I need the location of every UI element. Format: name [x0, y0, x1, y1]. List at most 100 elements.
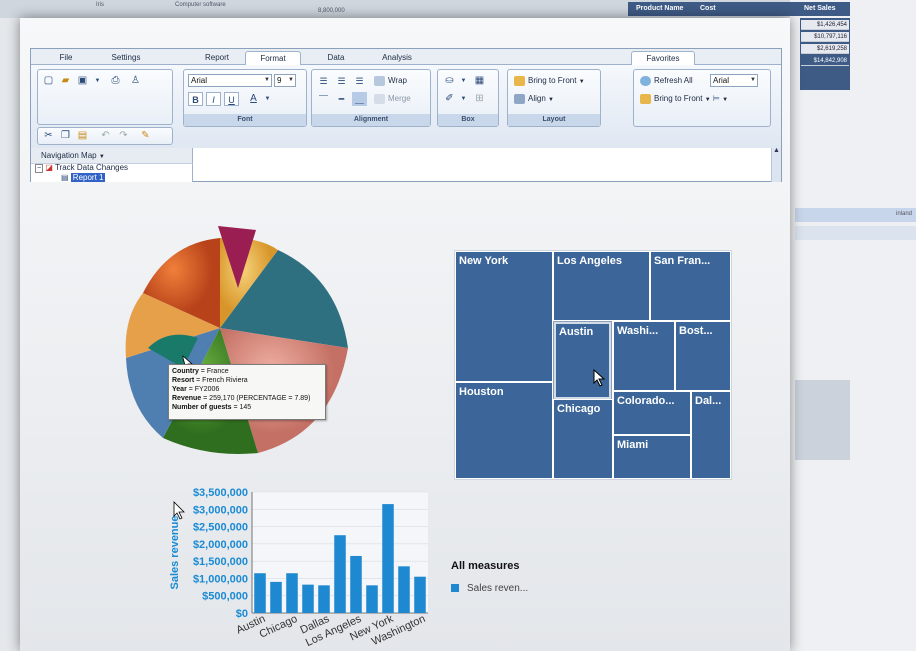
- copy-icon[interactable]: ❐: [58, 129, 73, 143]
- valign-bottom-icon[interactable]: ⎽: [352, 92, 367, 106]
- redo-icon[interactable]: ↷: [116, 129, 131, 143]
- merge-button[interactable]: Merge: [374, 92, 411, 106]
- tab-favorites[interactable]: Favorites: [631, 51, 695, 65]
- bar: [334, 535, 346, 613]
- wrap-button[interactable]: Wrap: [374, 74, 407, 88]
- line-dropdown-icon[interactable]: ▼: [456, 92, 471, 106]
- tree-node-root[interactable]: − ◪ Track Data Changes: [35, 163, 128, 173]
- border-icon[interactable]: ▦: [472, 74, 487, 88]
- favorites-bring-to-front-button[interactable]: Bring to Front ▼ ⊨ ▼: [640, 92, 728, 106]
- align-left-icon[interactable]: ☰: [316, 74, 331, 88]
- ribbon-tabs: File Settings Report Format Data Analysi…: [31, 49, 781, 65]
- refresh-all-button[interactable]: Refresh All: [640, 74, 693, 88]
- align-button[interactable]: Align ▼: [514, 92, 554, 106]
- tooltip-resort: Resort = French Riviera: [172, 377, 248, 384]
- bg-band-label: inland: [895, 211, 912, 217]
- print-icon[interactable]: ⎙: [108, 74, 123, 88]
- bold-button[interactable]: B: [188, 92, 203, 106]
- grid-icon[interactable]: ⊞: [472, 92, 487, 106]
- font-family-select[interactable]: Arial ▼: [188, 74, 272, 87]
- save-icon[interactable]: ▣: [75, 74, 90, 88]
- collapse-icon[interactable]: −: [35, 164, 44, 173]
- refresh-all-label: Refresh All: [654, 76, 693, 85]
- tab-format[interactable]: Format: [245, 51, 301, 65]
- bar: [286, 573, 298, 613]
- font-size-value: 9: [277, 76, 282, 85]
- undo-icon[interactable]: ↶: [98, 129, 113, 143]
- valign-top-icon[interactable]: ⎺: [316, 92, 331, 106]
- y-axis-label: Sales revenue: [169, 516, 181, 590]
- background-window-right: [790, 0, 916, 651]
- italic-button[interactable]: I: [206, 92, 221, 106]
- scroll-up-icon[interactable]: ▲: [773, 147, 780, 154]
- report-window: File Settings Report Format Data Analysi…: [20, 18, 790, 651]
- tab-report[interactable]: Report: [191, 51, 243, 65]
- align-icon: ⊨: [712, 94, 720, 103]
- favorites-font-select[interactable]: Arial ▼: [710, 74, 758, 87]
- treemap-cell[interactable]: Houston: [455, 382, 553, 479]
- align-right-icon[interactable]: ☰: [352, 74, 367, 88]
- fill-color-icon[interactable]: ⛀: [442, 74, 457, 88]
- font-size-select[interactable]: 9 ▼: [274, 74, 296, 87]
- bg-cell: $2,619,258: [801, 44, 849, 54]
- refresh-icon: [640, 75, 651, 86]
- tooltip-country-label: Country: [172, 368, 199, 375]
- tab-analysis[interactable]: Analysis: [367, 51, 427, 65]
- tooltip-revenue-label: Revenue: [172, 395, 202, 402]
- legend-item[interactable]: Sales reven...: [451, 583, 528, 594]
- font-color-dropdown-icon[interactable]: ▼: [260, 92, 275, 106]
- tab-file[interactable]: File: [41, 51, 91, 65]
- navigation-scrollbar[interactable]: ▲: [771, 147, 781, 182]
- treemap-cell[interactable]: Los Angeles: [553, 251, 650, 321]
- treemap-cell[interactable]: New York: [455, 251, 553, 382]
- favorites-font-value: Arial: [713, 76, 730, 85]
- bring-to-front-label: Bring to Front: [528, 76, 577, 85]
- font-group: Arial ▼ 9 ▼ B I U A ▼ Font: [183, 69, 307, 127]
- y-tick-label: $3,500,000: [193, 487, 248, 499]
- cut-icon[interactable]: ✂: [41, 129, 56, 143]
- treemap-cell[interactable]: Washi...: [613, 321, 675, 391]
- tooltip-resort-label: Resort: [172, 377, 195, 384]
- bg-header-cost: Cost: [700, 5, 716, 12]
- treemap-cell[interactable]: San Fran...: [650, 251, 731, 321]
- treemap-cell[interactable]: Miami: [613, 435, 691, 479]
- treemap-cell-selected[interactable]: Austin: [554, 322, 611, 399]
- ribbon-toolbar: File Settings Report Format Data Analysi…: [30, 48, 782, 182]
- tooltip-year-value: FY2006: [194, 386, 220, 393]
- new-document-icon[interactable]: ▢: [41, 74, 56, 88]
- tooltip-revenue: Revenue = 259,170 (PERCENTAGE = 7.89): [172, 395, 311, 402]
- bg-cell: $10,797,116: [801, 32, 849, 42]
- treemap-cell[interactable]: Bost...: [675, 321, 731, 391]
- treemap-cell[interactable]: Colorado...: [613, 391, 691, 435]
- tree-report-label: Report 1: [70, 173, 106, 182]
- y-tick-label: $2,000,000: [193, 539, 248, 551]
- navigation-map-header[interactable]: Navigation Map ▼: [31, 148, 193, 164]
- font-family-value: Arial: [191, 76, 208, 85]
- chevron-down-icon: ▼: [98, 154, 105, 160]
- align-center-icon[interactable]: ☰: [334, 74, 349, 88]
- bg-item-iris: Iris: [96, 2, 104, 8]
- font-color-icon[interactable]: A: [246, 92, 261, 106]
- standard-group: ▢ ▰ ▣ ▼ ⎙ ♙: [37, 69, 173, 125]
- align-icon: [514, 93, 525, 104]
- tree-node-report[interactable]: ▤ Report 1: [61, 173, 106, 182]
- save-dropdown-icon[interactable]: ▼: [90, 74, 105, 88]
- paste-icon[interactable]: ▤: [75, 129, 90, 143]
- fill-dropdown-icon[interactable]: ▼: [456, 74, 471, 88]
- bar: [254, 573, 266, 613]
- treemap-cell[interactable]: Dal...: [691, 391, 731, 479]
- tab-settings[interactable]: Settings: [99, 51, 153, 65]
- valign-middle-icon[interactable]: ━: [334, 92, 349, 106]
- background-grey-block: [795, 380, 850, 460]
- pie-chart[interactable]: [108, 208, 368, 468]
- format-painter-icon[interactable]: ✎: [138, 129, 153, 143]
- bring-to-front-button[interactable]: Bring to Front ▼: [514, 74, 585, 88]
- find-icon[interactable]: ♙: [128, 74, 143, 88]
- treemap-cell[interactable]: Chicago: [553, 399, 613, 479]
- tab-data[interactable]: Data: [311, 51, 361, 65]
- underline-button[interactable]: U: [224, 92, 239, 106]
- layout-group: Bring to Front ▼ Align ▼ Layout: [507, 69, 601, 127]
- open-folder-icon[interactable]: ▰: [58, 74, 73, 88]
- legend-item-label: Sales reven...: [467, 583, 529, 594]
- line-color-icon[interactable]: ✐: [442, 92, 457, 106]
